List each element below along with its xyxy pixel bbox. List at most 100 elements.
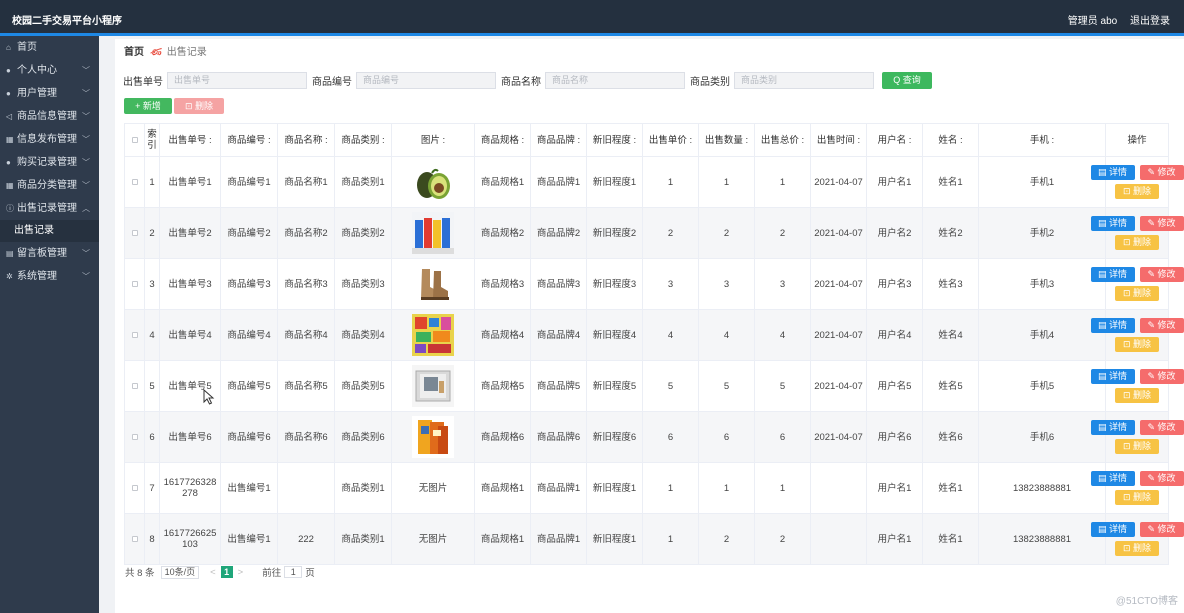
- header-order-no[interactable]: 出售单号 :: [159, 123, 221, 157]
- detail-button[interactable]: ▤ 详情: [1090, 522, 1135, 537]
- row-checkbox[interactable]: [131, 331, 138, 338]
- add-button[interactable]: + 新增: [124, 98, 172, 114]
- search-button[interactable]: Q 查询: [882, 72, 932, 89]
- page-size-select[interactable]: 10条/页: [160, 565, 200, 579]
- product-image[interactable]: [412, 263, 454, 305]
- detail-button[interactable]: ▤ 详情: [1090, 471, 1135, 486]
- delete-button[interactable]: ⊡ 删除: [1115, 184, 1159, 199]
- sidebar-item[interactable]: ● 个人中心 ﹀: [0, 59, 99, 82]
- chevron-icon: ︿: [82, 204, 90, 213]
- header-username[interactable]: 用户名 :: [866, 123, 923, 157]
- row-checkbox[interactable]: [131, 433, 138, 440]
- product-image[interactable]: [412, 314, 454, 356]
- detail-button[interactable]: ▤ 详情: [1090, 420, 1135, 435]
- edit-button[interactable]: ✎ 修改: [1139, 216, 1184, 231]
- sidebar-item[interactable]: ✲ 系统管理 ﹀: [0, 265, 99, 288]
- cell-select[interactable]: [124, 309, 145, 361]
- cell-name: 姓名1: [922, 513, 979, 565]
- sidebar-item[interactable]: ● 用户管理 ﹀: [0, 82, 99, 105]
- header-category[interactable]: 商品类别 :: [334, 123, 392, 157]
- delete-button[interactable]: ⊡ 删除: [1115, 337, 1159, 352]
- edit-button[interactable]: ✎ 修改: [1139, 471, 1184, 486]
- page-1-button[interactable]: 1: [220, 566, 233, 578]
- header-price[interactable]: 出售单价 :: [642, 123, 699, 157]
- product-image[interactable]: [412, 212, 454, 254]
- delete-button[interactable]: ⊡ 删除: [1115, 439, 1159, 454]
- cell-spec: 商品规格1: [474, 156, 531, 208]
- edit-button[interactable]: ✎ 修改: [1139, 267, 1184, 282]
- delete-button[interactable]: ⊡ 删除: [1115, 541, 1159, 556]
- sidebar-item-label: 商品分类管理: [17, 180, 77, 191]
- detail-button[interactable]: ▤ 详情: [1090, 165, 1135, 180]
- row-checkbox[interactable]: [131, 229, 138, 236]
- detail-button[interactable]: ▤ 详情: [1090, 369, 1135, 384]
- breadcrumb-home[interactable]: 首页: [124, 47, 144, 58]
- sidebar-item[interactable]: ● 购买记录管理 ﹀: [0, 151, 99, 174]
- row-checkbox[interactable]: [131, 280, 138, 287]
- header-brand[interactable]: 商品品牌 :: [530, 123, 587, 157]
- edit-button[interactable]: ✎ 修改: [1139, 369, 1184, 384]
- detail-button[interactable]: ▤ 详情: [1090, 216, 1135, 231]
- cell-image: [391, 258, 475, 310]
- search-input[interactable]: 出售单号: [167, 71, 307, 89]
- delete-button[interactable]: ⊡ 删除: [1115, 235, 1159, 250]
- cell-select[interactable]: [124, 411, 145, 463]
- cell-select[interactable]: [124, 207, 145, 259]
- cell-price: 1: [642, 156, 699, 208]
- sidebar-item[interactable]: ⌂ 首页: [0, 36, 99, 59]
- cell-username: 用户名1: [866, 462, 923, 514]
- select-all-checkbox[interactable]: [131, 136, 138, 143]
- cell-spec: 商品规格2: [474, 207, 531, 259]
- header-total[interactable]: 出售总价 :: [754, 123, 811, 157]
- delete-button[interactable]: ⊡ 删除: [1115, 388, 1159, 403]
- sidebar-item[interactable]: ⓘ 出售记录管理 ︿: [0, 197, 99, 220]
- search-input[interactable]: 商品编号: [356, 71, 496, 89]
- row-checkbox[interactable]: [131, 382, 138, 389]
- cell-select[interactable]: [124, 360, 145, 412]
- header-product-no[interactable]: 商品编号 :: [220, 123, 278, 157]
- edit-button[interactable]: ✎ 修改: [1139, 420, 1184, 435]
- sidebar-item[interactable]: ▤ 留言板管理 ﹀: [0, 242, 99, 265]
- row-checkbox[interactable]: [131, 178, 138, 185]
- sidebar-item[interactable]: ▦ 商品分类管理 ﹀: [0, 174, 99, 197]
- cell-select[interactable]: [124, 258, 145, 310]
- header-select-all[interactable]: [124, 123, 145, 157]
- header-image[interactable]: 图片 :: [391, 123, 475, 157]
- prev-page-button[interactable]: <: [210, 567, 216, 578]
- product-image[interactable]: [412, 416, 454, 458]
- search-input[interactable]: 商品名称: [545, 71, 685, 89]
- edit-button[interactable]: ✎ 修改: [1139, 522, 1184, 537]
- header-phone[interactable]: 手机 :: [978, 123, 1106, 157]
- sidebar-subitem-sales-records[interactable]: 出售记录: [0, 220, 99, 242]
- detail-button[interactable]: ▤ 详情: [1090, 318, 1135, 333]
- row-checkbox[interactable]: [131, 484, 138, 491]
- goto-page-input[interactable]: 1: [284, 566, 303, 578]
- cell-select[interactable]: [124, 513, 145, 565]
- header-product-name[interactable]: 商品名称 :: [277, 123, 335, 157]
- edit-button[interactable]: ✎ 修改: [1139, 165, 1184, 180]
- cell-select[interactable]: [124, 156, 145, 208]
- product-image[interactable]: [412, 161, 454, 203]
- header-spec[interactable]: 商品规格 :: [474, 123, 531, 157]
- delete-button[interactable]: ⊡ 删除: [1115, 490, 1159, 505]
- product-image[interactable]: [412, 365, 454, 407]
- logout-link[interactable]: 退出登录: [1130, 16, 1170, 27]
- batch-delete-button[interactable]: ⊡ 删除: [174, 98, 224, 114]
- edit-button[interactable]: ✎ 修改: [1139, 318, 1184, 333]
- search-input[interactable]: 商品类别: [734, 71, 874, 89]
- cell-select[interactable]: [124, 462, 145, 514]
- delete-button[interactable]: ⊡ 删除: [1115, 286, 1159, 301]
- cell-product-name: [277, 462, 335, 514]
- sidebar-item[interactable]: ◁ 商品信息管理 ﹀: [0, 105, 99, 128]
- cell-qty: 2: [698, 513, 755, 565]
- header-time[interactable]: 出售时间 :: [810, 123, 867, 157]
- sidebar-item[interactable]: ▦ 信息发布管理 ﹀: [0, 128, 99, 151]
- row-checkbox[interactable]: [131, 535, 138, 542]
- header-qty[interactable]: 出售数量 :: [698, 123, 755, 157]
- cell-product-name: 商品名称4: [277, 309, 335, 361]
- next-page-button[interactable]: >: [238, 567, 244, 578]
- header-name[interactable]: 姓名 :: [922, 123, 979, 157]
- header-condition[interactable]: 新旧程度 :: [586, 123, 643, 157]
- detail-button[interactable]: ▤ 详情: [1090, 267, 1135, 282]
- gear-icon: ✲: [6, 272, 13, 281]
